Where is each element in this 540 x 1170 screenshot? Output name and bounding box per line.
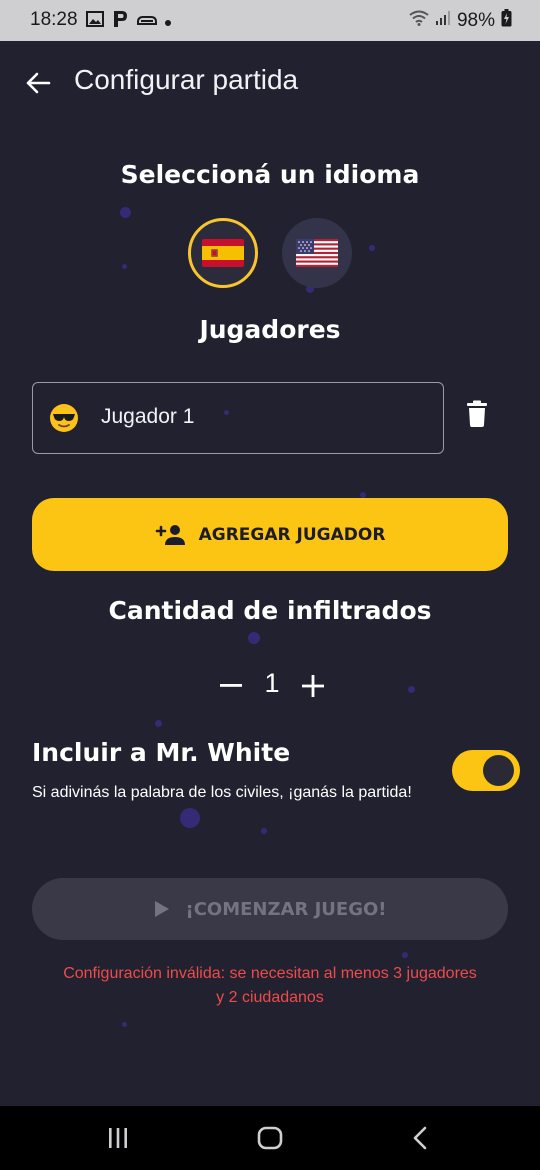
- start-game-button[interactable]: ¡COMENZAR JUEGO!: [32, 878, 508, 940]
- start-game-label: ¡COMENZAR JUEGO!: [185, 898, 387, 920]
- battery-charging-icon: [501, 9, 512, 33]
- minus-icon: [220, 684, 242, 687]
- toggle-knob: [483, 755, 514, 786]
- background-dot: [122, 1022, 127, 1027]
- language-option-english[interactable]: [282, 218, 352, 288]
- delete-player-button[interactable]: [466, 400, 488, 428]
- home-button[interactable]: [250, 1124, 290, 1152]
- add-player-label: AGREGAR JUGADOR: [198, 524, 386, 545]
- decrement-button[interactable]: [212, 664, 250, 708]
- recents-button[interactable]: [98, 1124, 138, 1152]
- spain-flag-icon: [202, 239, 244, 267]
- language-section-title: Seleccioná un idioma: [120, 160, 420, 189]
- image-icon: [86, 11, 104, 33]
- usa-flag-icon: [296, 239, 338, 267]
- background-dot: [408, 686, 415, 693]
- background-dot: [120, 207, 131, 218]
- background-dot: [369, 245, 375, 251]
- infiltrators-section-title: Cantidad de infiltrados: [108, 596, 432, 625]
- background-dot: [248, 632, 260, 644]
- background-dot: [180, 808, 200, 828]
- error-message-line-2: y 2 ciudadanos: [216, 989, 324, 1006]
- error-message-line-1: Configuración inválida: se necesitan al …: [63, 965, 477, 982]
- car-icon: [136, 11, 158, 33]
- language-option-spanish[interactable]: [188, 218, 258, 288]
- sunglasses-emoji-icon: [50, 404, 78, 432]
- play-icon: [154, 901, 169, 917]
- player-name-input[interactable]: Jugador 1: [101, 405, 194, 429]
- players-section-title: Jugadores: [199, 315, 341, 344]
- signal-icon: [435, 10, 451, 32]
- increment-button[interactable]: [294, 664, 332, 708]
- mr-white-title: Incluir a Mr. White: [32, 738, 291, 767]
- infiltrators-stepper: 1: [212, 664, 332, 708]
- mr-white-toggle[interactable]: [452, 750, 520, 791]
- home-icon: [257, 1126, 283, 1150]
- add-player-button[interactable]: AGREGAR JUGADOR: [32, 498, 508, 571]
- battery-text: 98%: [456, 10, 495, 31]
- person-add-icon: [155, 524, 185, 545]
- nav-back-button[interactable]: [400, 1124, 440, 1152]
- wifi-icon: [409, 10, 429, 32]
- trash-icon: [467, 400, 487, 427]
- background-dot: [261, 828, 267, 834]
- background-dot: [402, 952, 408, 958]
- recents-icon: [109, 1128, 127, 1148]
- background-dot: [122, 264, 127, 269]
- status-time: 18:28: [30, 9, 78, 30]
- error-message: Configuración inválida: se necesitan al …: [20, 962, 520, 1010]
- infiltrators-count: 1: [264, 668, 280, 698]
- status-bar: 18:28 98%: [0, 0, 540, 41]
- background-dot: [155, 720, 162, 727]
- mr-white-description: Si adivinás la palabra de los civiles, ¡…: [32, 784, 412, 801]
- plus-icon: [302, 675, 324, 697]
- player-name-field[interactable]: Jugador 1: [32, 382, 444, 454]
- parking-icon: [110, 10, 130, 34]
- back-icon: [413, 1126, 427, 1150]
- system-nav-bar: [0, 1106, 540, 1170]
- arrow-back-icon: [26, 72, 51, 94]
- dot-icon: [164, 11, 172, 33]
- back-button[interactable]: [22, 66, 54, 100]
- page-title: Configurar partida: [74, 64, 299, 95]
